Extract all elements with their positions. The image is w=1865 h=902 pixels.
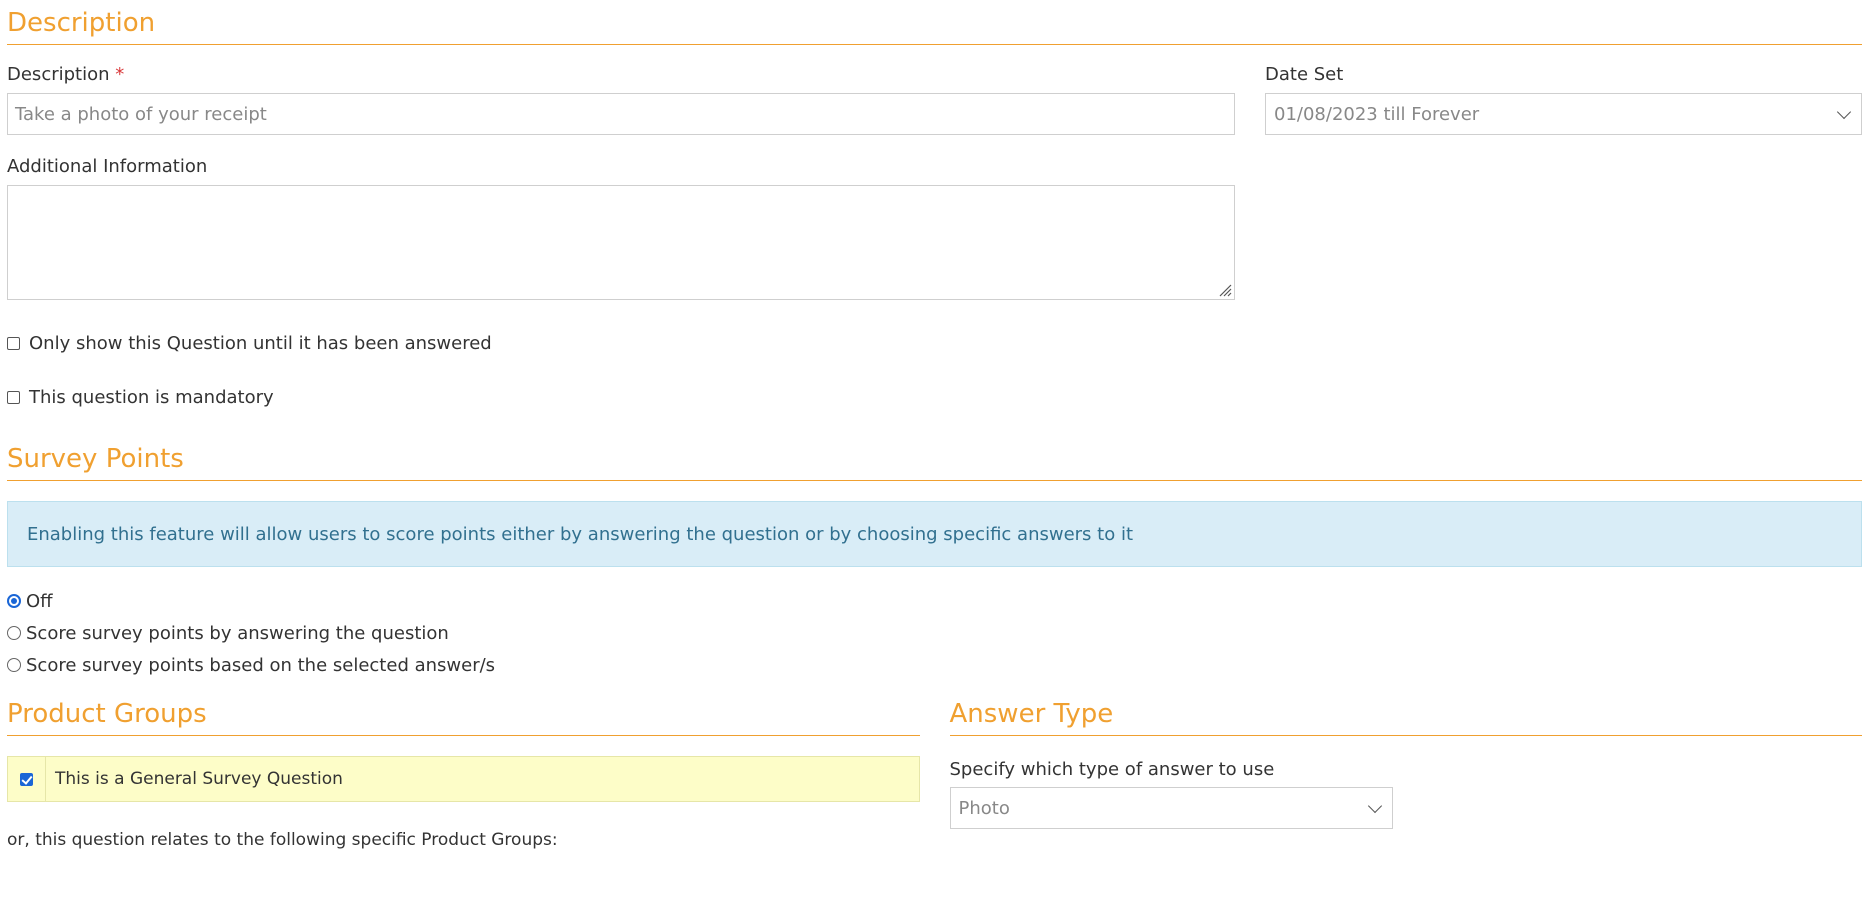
radio-by-answering[interactable] xyxy=(7,626,21,640)
general-survey-check-cell[interactable] xyxy=(8,757,46,801)
answer-type-value: Photo xyxy=(958,797,1010,819)
radio-by-answering-label: Score survey points by answering the que… xyxy=(26,622,449,644)
radio-option-off[interactable]: Off xyxy=(7,585,1862,617)
answer-type-section-title: Answer Type xyxy=(949,691,1862,736)
radio-option-by-answering[interactable]: Score survey points by answering the que… xyxy=(7,617,1862,649)
date-set-label: Date Set xyxy=(1265,64,1344,85)
radio-option-by-selected-answers[interactable]: Score survey points based on the selecte… xyxy=(7,649,1862,681)
description-input-value: Take a photo of your receipt xyxy=(15,103,267,125)
only-show-until-answered-label: Only show this Question until it has bee… xyxy=(29,333,492,354)
only-show-until-answered-checkbox[interactable] xyxy=(7,337,20,350)
survey-points-info-box: Enabling this feature will allow users t… xyxy=(7,501,1862,567)
general-survey-question-box[interactable]: This is a General Survey Question xyxy=(7,756,920,802)
only-show-until-answered-checkbox-row[interactable]: Only show this Question until it has bee… xyxy=(7,333,1862,354)
survey-points-section-title: Survey Points xyxy=(7,436,1862,481)
description-label-text: Description xyxy=(7,64,110,85)
question-form: Description Description * Take a photo o… xyxy=(0,0,1865,902)
radio-by-selected-answers-label: Score survey points based on the selecte… xyxy=(26,654,496,676)
additional-info-textarea[interactable] xyxy=(7,185,1235,300)
general-survey-checkbox[interactable] xyxy=(20,772,33,786)
survey-points-info-text: Enabling this feature will allow users t… xyxy=(27,523,1133,545)
general-survey-label: This is a General Survey Question xyxy=(55,769,343,789)
description-column: Description * Take a photo of your recei… xyxy=(7,63,1235,300)
mandatory-label: This question is mandatory xyxy=(29,387,274,408)
product-groups-column: Product Groups This is a General Survey … xyxy=(7,691,920,850)
chevron-down-icon xyxy=(1836,104,1852,119)
answer-type-select[interactable]: Photo xyxy=(949,787,1393,829)
description-section-title: Description xyxy=(7,0,1862,45)
mandatory-checkbox-row[interactable]: This question is mandatory xyxy=(7,387,1862,408)
date-set-column: Date Set 01/08/2023 till Forever xyxy=(1265,63,1862,300)
description-input[interactable]: Take a photo of your receipt xyxy=(7,93,1235,135)
product-groups-section-title: Product Groups xyxy=(7,691,920,736)
radio-off[interactable] xyxy=(7,594,21,608)
description-row: Description * Take a photo of your recei… xyxy=(7,63,1862,300)
survey-points-radio-group: Off Score survey points by answering the… xyxy=(7,585,1862,681)
chevron-down-icon xyxy=(1367,798,1382,813)
date-set-select[interactable]: 01/08/2023 till Forever xyxy=(1265,93,1862,135)
radio-by-selected-answers[interactable] xyxy=(7,658,21,672)
answer-type-label: Specify which type of answer to use xyxy=(949,759,1275,780)
required-mark: * xyxy=(115,64,125,85)
answer-type-column: Answer Type Specify which type of answer… xyxy=(949,691,1862,850)
resize-grip-icon[interactable] xyxy=(1218,283,1232,297)
radio-off-label: Off xyxy=(26,590,53,612)
mandatory-checkbox[interactable] xyxy=(7,391,20,404)
date-set-value: 01/08/2023 till Forever xyxy=(1274,103,1480,125)
additional-info-label: Additional Information xyxy=(7,156,208,177)
bottom-row: Product Groups This is a General Survey … xyxy=(7,691,1862,850)
description-label: Description * xyxy=(7,63,1235,87)
specific-product-groups-text: or, this question relates to the followi… xyxy=(7,830,558,850)
